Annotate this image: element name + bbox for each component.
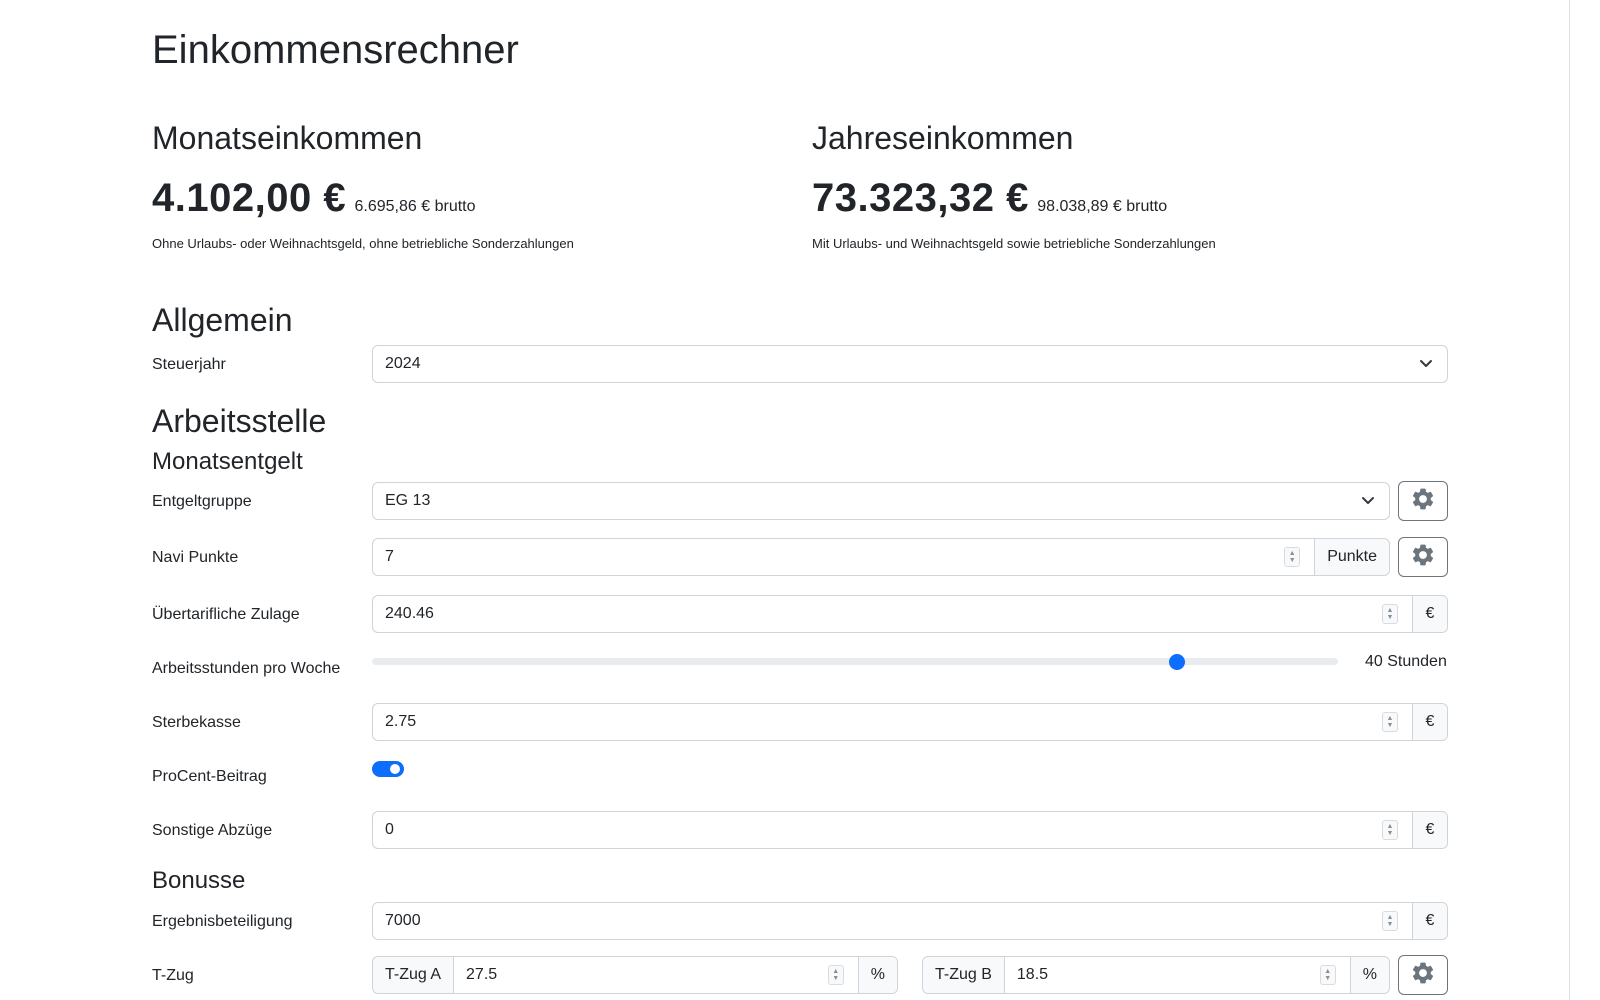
t-zug-a-value: 27.5 xyxy=(466,966,498,983)
yearly-income-note: Mit Urlaubs- und Weihnachtsgeld sowie be… xyxy=(812,236,1216,251)
spin-arrows-icon[interactable]: ▲ ▼ xyxy=(827,965,844,985)
spin-arrows-icon[interactable]: ▲ ▼ xyxy=(1382,712,1398,732)
monthly-pay-heading: Monatsentgelt xyxy=(152,448,303,475)
t-zug-a-unit: % xyxy=(857,957,897,993)
tax-year-value: 2024 xyxy=(385,355,421,372)
profit-share-unit: € xyxy=(1412,903,1447,939)
t-zug-settings-button[interactable] xyxy=(1398,955,1448,995)
t-zug-b-unit: % xyxy=(1349,957,1389,993)
navi-points-value: 7 xyxy=(385,548,394,565)
navi-points-input[interactable]: 7 ▲ ▼ Punkte xyxy=(372,538,1390,576)
navi-points-settings-button[interactable] xyxy=(1398,537,1448,577)
navi-points-unit: Punkte xyxy=(1314,539,1389,575)
allowance-unit: € xyxy=(1412,596,1447,632)
spin-arrows-icon[interactable]: ▲ ▼ xyxy=(1382,820,1398,840)
chevron-down-icon xyxy=(1361,483,1389,519)
gear-icon xyxy=(1410,960,1436,991)
death-fund-value: 2.75 xyxy=(385,713,417,730)
weekly-hours-slider[interactable] xyxy=(372,651,1338,671)
t-zug-b-input[interactable]: T-Zug B 18.5 ▲ ▼ % xyxy=(922,956,1390,994)
pay-group-settings-button[interactable] xyxy=(1398,481,1448,521)
spin-arrows-icon[interactable]: ▲ ▼ xyxy=(1319,965,1336,985)
death-fund-input[interactable]: 2.75 ▲ ▼ € xyxy=(372,703,1448,741)
spin-arrows-icon[interactable]: ▲ ▼ xyxy=(1382,911,1398,931)
weekly-hours-value: 40 Stunden xyxy=(1365,653,1447,670)
slider-thumb[interactable] xyxy=(1169,654,1185,670)
yearly-income-summary: Jahreseinkommen 73.323,32 € 98.038,89 € … xyxy=(812,118,1432,252)
navi-points-label: Navi Punkte xyxy=(152,549,239,566)
section-general-heading: Allgemein xyxy=(152,302,293,338)
profit-share-input[interactable]: 7000 ▲ ▼ € xyxy=(372,902,1448,940)
toggle-knob xyxy=(390,764,400,774)
procent-label: ProCent-Beitrag xyxy=(152,768,267,785)
tax-year-select[interactable]: 2024 xyxy=(372,345,1448,383)
t-zug-b-value: 18.5 xyxy=(1016,966,1049,983)
profit-share-label: Ergebnisbeteiligung xyxy=(152,913,293,930)
spin-arrows-icon[interactable]: ▲ ▼ xyxy=(1284,547,1301,567)
page-title: Einkommensrechner xyxy=(152,28,519,72)
pay-group-select[interactable]: EG 13 xyxy=(372,482,1390,520)
t-zug-a-prefix: T-Zug A xyxy=(373,957,455,993)
monthly-gross-amount: 6.695,86 € brutto xyxy=(354,198,476,215)
bonuses-heading: Bonusse xyxy=(152,867,246,894)
procent-toggle[interactable] xyxy=(372,761,404,777)
pay-group-value: EG 13 xyxy=(385,492,431,509)
yearly-income-heading: Jahreseinkommen xyxy=(812,120,1074,156)
allowance-label: Übertarifliche Zulage xyxy=(152,606,300,623)
other-deductions-input[interactable]: 0 ▲ ▼ € xyxy=(372,811,1448,849)
monthly-net-amount: 4.102,00 € xyxy=(152,176,347,220)
weekly-hours-label: Arbeitsstunden pro Woche xyxy=(152,660,341,677)
t-zug-label: T-Zug xyxy=(152,967,194,984)
tax-year-label: Steuerjahr xyxy=(152,356,226,373)
other-deductions-value: 0 xyxy=(385,821,394,838)
gear-icon xyxy=(1410,486,1436,517)
page-scrollbar[interactable] xyxy=(1569,0,1570,1000)
yearly-gross-amount: 98.038,89 € brutto xyxy=(1037,198,1168,215)
spin-arrows-icon[interactable]: ▲ ▼ xyxy=(1382,604,1398,624)
section-workplace-heading: Arbeitsstelle xyxy=(152,403,327,439)
gear-icon xyxy=(1410,542,1436,573)
monthly-income-summary: Monatseinkommen 4.102,00 € 6.695,86 € br… xyxy=(152,118,772,252)
monthly-income-heading: Monatseinkommen xyxy=(152,120,423,156)
death-fund-label: Sterbekasse xyxy=(152,714,241,731)
allowance-value: 240.46 xyxy=(385,605,434,622)
chevron-down-icon xyxy=(1419,346,1447,382)
t-zug-a-input[interactable]: T-Zug A 27.5 ▲ ▼ % xyxy=(372,956,898,994)
monthly-income-note: Ohne Urlaubs- oder Weihnachtsgeld, ohne … xyxy=(152,236,574,251)
t-zug-b-prefix: T-Zug B xyxy=(923,957,1005,993)
other-deductions-unit: € xyxy=(1412,812,1447,848)
pay-group-label: Entgeltgruppe xyxy=(152,493,252,510)
yearly-net-amount: 73.323,32 € xyxy=(812,176,1029,220)
profit-share-value: 7000 xyxy=(385,912,421,929)
other-deductions-label: Sonstige Abzüge xyxy=(152,822,273,839)
slider-track xyxy=(372,658,1338,665)
death-fund-unit: € xyxy=(1412,704,1447,740)
allowance-input[interactable]: 240.46 ▲ ▼ € xyxy=(372,595,1448,633)
